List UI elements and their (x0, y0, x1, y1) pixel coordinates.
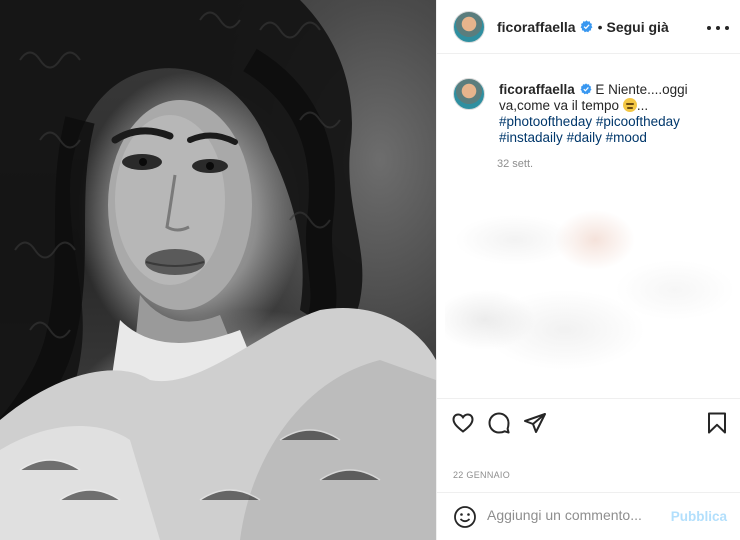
comment-input[interactable] (487, 507, 667, 523)
hashtag-link[interactable]: #photooftheday (499, 114, 592, 129)
caption-ellipsis: ... (636, 98, 649, 113)
bookmark-icon[interactable] (705, 411, 729, 435)
hashtag-link[interactable]: #daily (567, 130, 602, 145)
caption-username[interactable]: ficoraffaella (499, 82, 575, 97)
paper-plane-icon[interactable] (523, 411, 547, 435)
author-username[interactable]: ficoraffaella (497, 19, 576, 35)
verified-badge-icon (580, 20, 593, 33)
separator-dot: • (597, 18, 603, 35)
comment-bubble-icon[interactable] (487, 411, 511, 435)
caption-timestamp[interactable]: 32 sett. (497, 158, 533, 170)
post-dialog: ficoraffaella • Segui già ficoraffaella … (0, 0, 740, 540)
comment-box: Pubblica (437, 492, 740, 540)
post-photo[interactable] (0, 0, 436, 540)
following-button[interactable]: Segui già (607, 19, 669, 35)
hashtag-link[interactable]: #picooftheday (596, 114, 680, 129)
hashtag-link[interactable]: #instadaily (499, 130, 563, 145)
caption-author-avatar[interactable] (453, 78, 485, 110)
verified-badge-icon (580, 83, 592, 95)
publish-button[interactable]: Pubblica (671, 509, 727, 524)
hashtag-link[interactable]: #mood (606, 130, 647, 145)
more-options-icon[interactable] (707, 18, 729, 38)
grimace-emoji-icon (622, 98, 637, 112)
blurred-comments-area (445, 180, 735, 390)
author-avatar[interactable] (453, 10, 485, 43)
caption: ficoraffaella E Niente....oggi va,come v… (453, 78, 729, 146)
action-bar (437, 398, 740, 446)
post-photo-graphic (0, 0, 436, 540)
post-side-panel: ficoraffaella • Segui già ficoraffaella … (436, 0, 740, 540)
post-date[interactable]: 22 GENNAIO (453, 470, 510, 480)
heart-icon[interactable] (451, 411, 475, 435)
caption-text: ficoraffaella E Niente....oggi va,come v… (499, 82, 699, 146)
post-header: ficoraffaella • Segui già (437, 0, 740, 54)
smiley-icon[interactable] (453, 505, 477, 529)
